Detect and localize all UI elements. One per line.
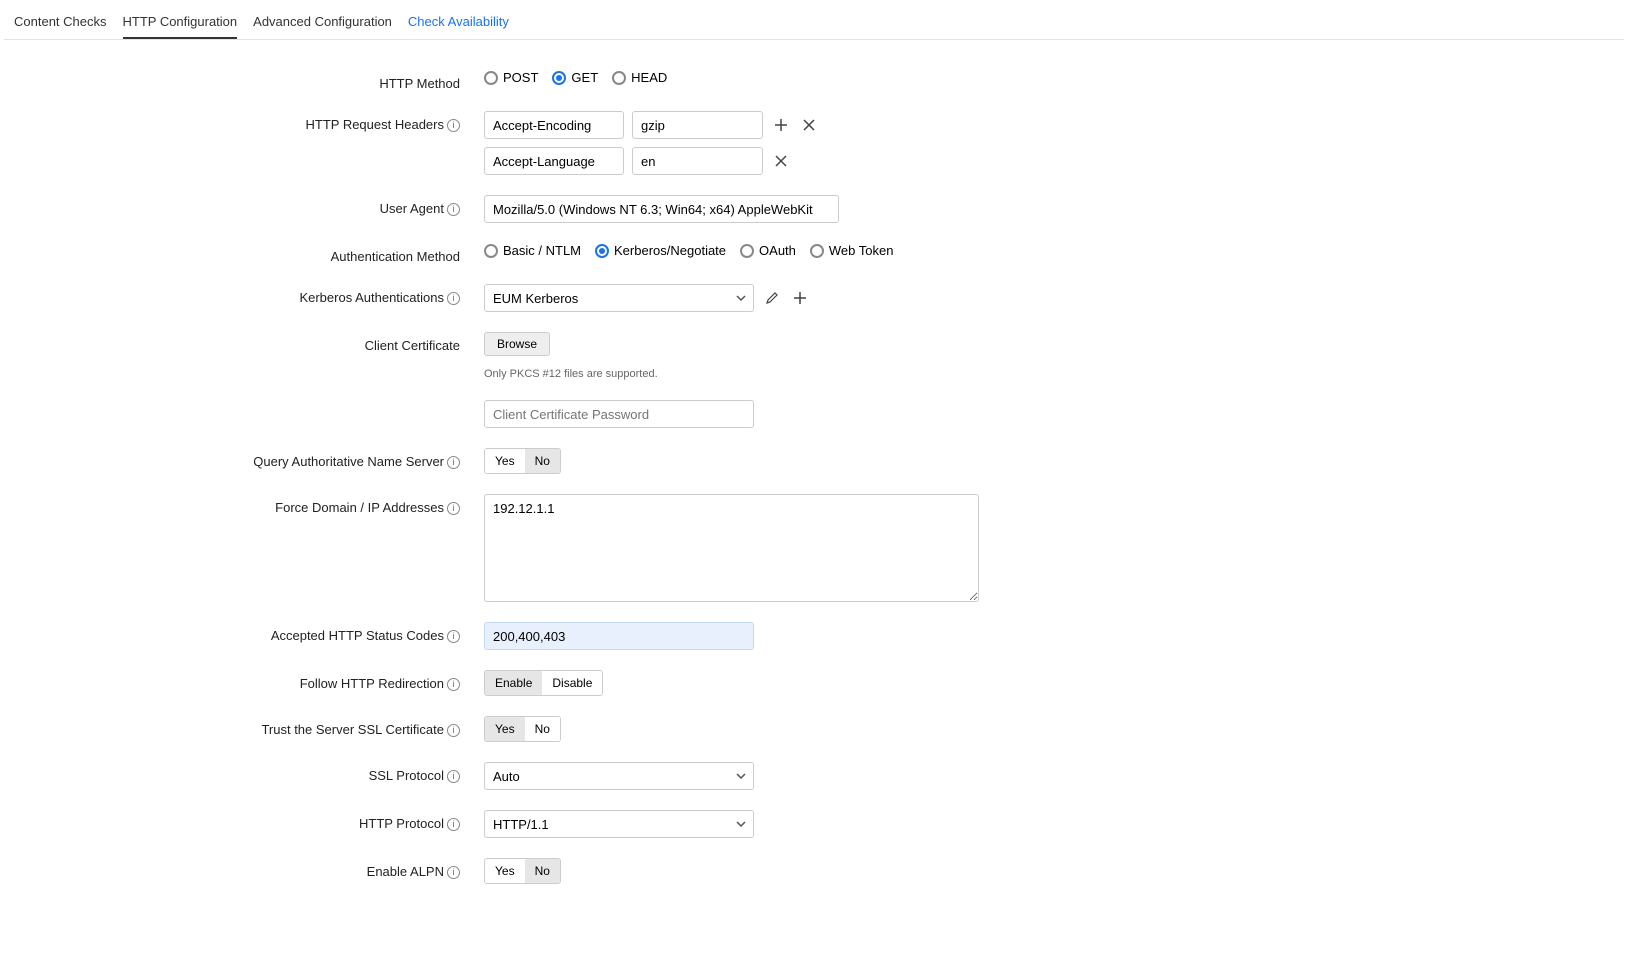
query-auth-ns-toggle: Yes No <box>484 448 561 474</box>
tab-http-configuration[interactable]: HTTP Configuration <box>123 10 238 39</box>
trust-ssl-yes[interactable]: Yes <box>485 717 525 741</box>
radio-post[interactable]: POST <box>484 70 538 85</box>
remove-header-icon-0[interactable] <box>799 115 819 135</box>
enable-alpn-toggle: Yes No <box>484 858 561 884</box>
label-force-domain: Force Domain / IP Addresses <box>275 500 444 515</box>
label-auth-method: Authentication Method <box>331 249 460 264</box>
status-codes-input[interactable] <box>484 622 754 650</box>
label-kerberos-auth: Kerberos Authentications <box>299 290 444 305</box>
label-status-codes: Accepted HTTP Status Codes <box>271 628 444 643</box>
tab-check-availability[interactable]: Check Availability <box>408 10 509 39</box>
info-icon[interactable]: i <box>447 818 460 831</box>
info-icon[interactable]: i <box>447 502 460 515</box>
cert-hint: Only PKCS #12 files are supported. <box>484 368 658 380</box>
info-icon[interactable]: i <box>447 203 460 216</box>
browse-button[interactable]: Browse <box>484 332 550 356</box>
label-trust-ssl: Trust the Server SSL Certificate <box>261 722 444 737</box>
label-client-cert: Client Certificate <box>365 338 460 353</box>
label-http-protocol: HTTP Protocol <box>359 816 444 831</box>
label-query-auth-ns: Query Authoritative Name Server <box>253 454 444 469</box>
http-config-form: HTTP Method POST GET HEAD HTTP Request H… <box>4 40 1624 954</box>
header-name-input-0[interactable] <box>484 111 624 139</box>
info-icon[interactable]: i <box>447 770 460 783</box>
info-icon[interactable]: i <box>447 724 460 737</box>
radio-webtoken[interactable]: Web Token <box>810 243 894 258</box>
label-ssl-protocol: SSL Protocol <box>369 768 444 783</box>
header-row-1 <box>484 147 819 175</box>
ssl-protocol-select[interactable] <box>484 762 754 790</box>
header-value-input-1[interactable] <box>632 147 763 175</box>
follow-redirect-disable[interactable]: Disable <box>542 671 602 695</box>
header-value-input-0[interactable] <box>632 111 763 139</box>
auth-method-group: Basic / NTLM Kerberos/Negotiate OAuth We… <box>484 243 893 258</box>
http-protocol-select[interactable] <box>484 810 754 838</box>
radio-get[interactable]: GET <box>552 70 598 85</box>
header-row-0 <box>484 111 819 139</box>
info-icon[interactable]: i <box>447 292 460 305</box>
force-domain-textarea[interactable] <box>484 494 979 602</box>
enable-alpn-yes[interactable]: Yes <box>485 859 525 883</box>
http-method-group: POST GET HEAD <box>484 70 667 85</box>
label-enable-alpn: Enable ALPN <box>367 864 444 879</box>
info-icon[interactable]: i <box>447 119 460 132</box>
query-auth-ns-yes[interactable]: Yes <box>485 449 525 473</box>
radio-kerberos[interactable]: Kerberos/Negotiate <box>595 243 726 258</box>
follow-redirect-toggle: Enable Disable <box>484 670 603 696</box>
trust-ssl-toggle: Yes No <box>484 716 561 742</box>
enable-alpn-no[interactable]: No <box>525 859 560 883</box>
edit-kerberos-icon[interactable] <box>762 288 782 308</box>
follow-redirect-enable[interactable]: Enable <box>485 671 542 695</box>
add-header-icon[interactable] <box>771 115 791 135</box>
cert-password-input[interactable] <box>484 400 754 428</box>
radio-oauth[interactable]: OAuth <box>740 243 796 258</box>
query-auth-ns-no[interactable]: No <box>525 449 560 473</box>
label-user-agent: User Agent <box>380 201 444 216</box>
header-name-input-1[interactable] <box>484 147 624 175</box>
trust-ssl-no[interactable]: No <box>525 717 560 741</box>
user-agent-input[interactable] <box>484 195 839 223</box>
kerberos-select[interactable] <box>484 284 754 312</box>
label-follow-redirect: Follow HTTP Redirection <box>300 676 444 691</box>
radio-basic-ntlm[interactable]: Basic / NTLM <box>484 243 581 258</box>
tab-bar: Content Checks HTTP Configuration Advanc… <box>4 4 1624 40</box>
add-kerberos-icon[interactable] <box>790 288 810 308</box>
tab-advanced-configuration[interactable]: Advanced Configuration <box>253 10 392 39</box>
info-icon[interactable]: i <box>447 678 460 691</box>
tab-content-checks[interactable]: Content Checks <box>14 10 107 39</box>
info-icon[interactable]: i <box>447 866 460 879</box>
remove-header-icon-1[interactable] <box>771 151 791 171</box>
info-icon[interactable]: i <box>447 456 460 469</box>
label-http-method: HTTP Method <box>379 76 460 91</box>
label-http-request-headers: HTTP Request Headers <box>306 117 445 132</box>
radio-head[interactable]: HEAD <box>612 70 667 85</box>
info-icon[interactable]: i <box>447 630 460 643</box>
